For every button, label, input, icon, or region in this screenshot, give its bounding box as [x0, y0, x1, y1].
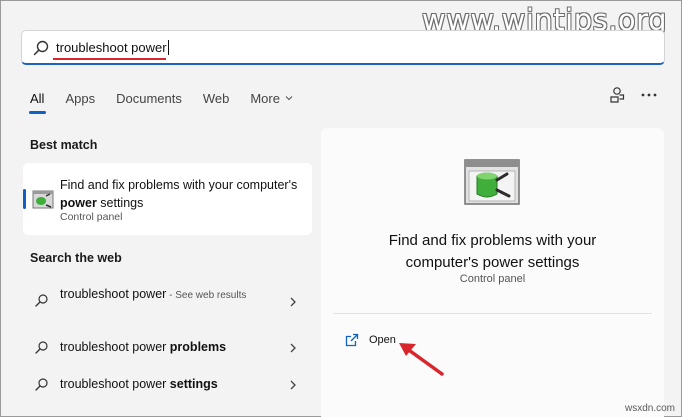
detail-subtitle: Control panel [459, 273, 526, 285]
tab-apps[interactable]: Apps [65, 91, 95, 106]
search-web-heading: Search the web [30, 251, 122, 265]
tab-documents[interactable]: Documents [116, 91, 182, 106]
footer-watermark: wsxdn.com [624, 403, 675, 414]
web-result-label: troubleshoot power - See web results [60, 287, 247, 301]
detail-title: Find and fix problems with your computer… [388, 232, 597, 271]
web-result-label: troubleshoot power problems [60, 340, 227, 354]
chevron-right-icon [290, 343, 296, 353]
search-query-text: troubleshoot power [56, 40, 169, 55]
selection-indicator [23, 189, 26, 209]
web-result-see-results[interactable]: troubleshoot power - See web results [23, 283, 312, 319]
account-switch-icon[interactable] [607, 85, 627, 105]
web-result-problems[interactable]: troubleshoot power problems [23, 330, 312, 366]
more-options-icon[interactable] [639, 85, 659, 105]
power-troubleshooter-icon [464, 159, 520, 205]
best-match-subtitle: Control panel [60, 211, 123, 223]
open-external-icon [345, 333, 359, 347]
active-tab-indicator [29, 111, 46, 114]
annotation-underline [53, 58, 166, 60]
tab-more[interactable]: More [250, 91, 294, 106]
web-result-label: troubleshoot power settings [60, 377, 218, 391]
divider [333, 313, 652, 314]
tab-web[interactable]: Web [203, 91, 230, 106]
best-match-heading: Best match [30, 138, 98, 152]
filter-tabs: All Apps Documents Web More [30, 88, 315, 108]
open-button[interactable]: Open [345, 331, 396, 349]
open-button-label: Open [369, 334, 396, 346]
search-icon [35, 341, 48, 354]
web-result-settings[interactable]: troubleshoot power settings [23, 367, 312, 403]
search-window: www.wintips.org troubleshoot power All A… [0, 0, 682, 417]
search-icon [33, 40, 49, 56]
chevron-right-icon [290, 380, 296, 390]
search-icon [35, 378, 48, 391]
search-icon [35, 294, 48, 307]
best-match-result[interactable]: Find and fix problems with your computer… [23, 163, 312, 235]
result-detail-panel: Find and fix problems with your computer… [321, 128, 664, 417]
chevron-down-icon [285, 96, 293, 101]
chevron-right-icon [290, 297, 296, 307]
best-match-title: Find and fix problems with your computer… [60, 178, 298, 210]
tab-more-label: More [250, 90, 280, 106]
annotation-arrow [399, 343, 444, 376]
tab-all[interactable]: All [30, 91, 44, 106]
power-troubleshooter-icon [32, 190, 54, 209]
